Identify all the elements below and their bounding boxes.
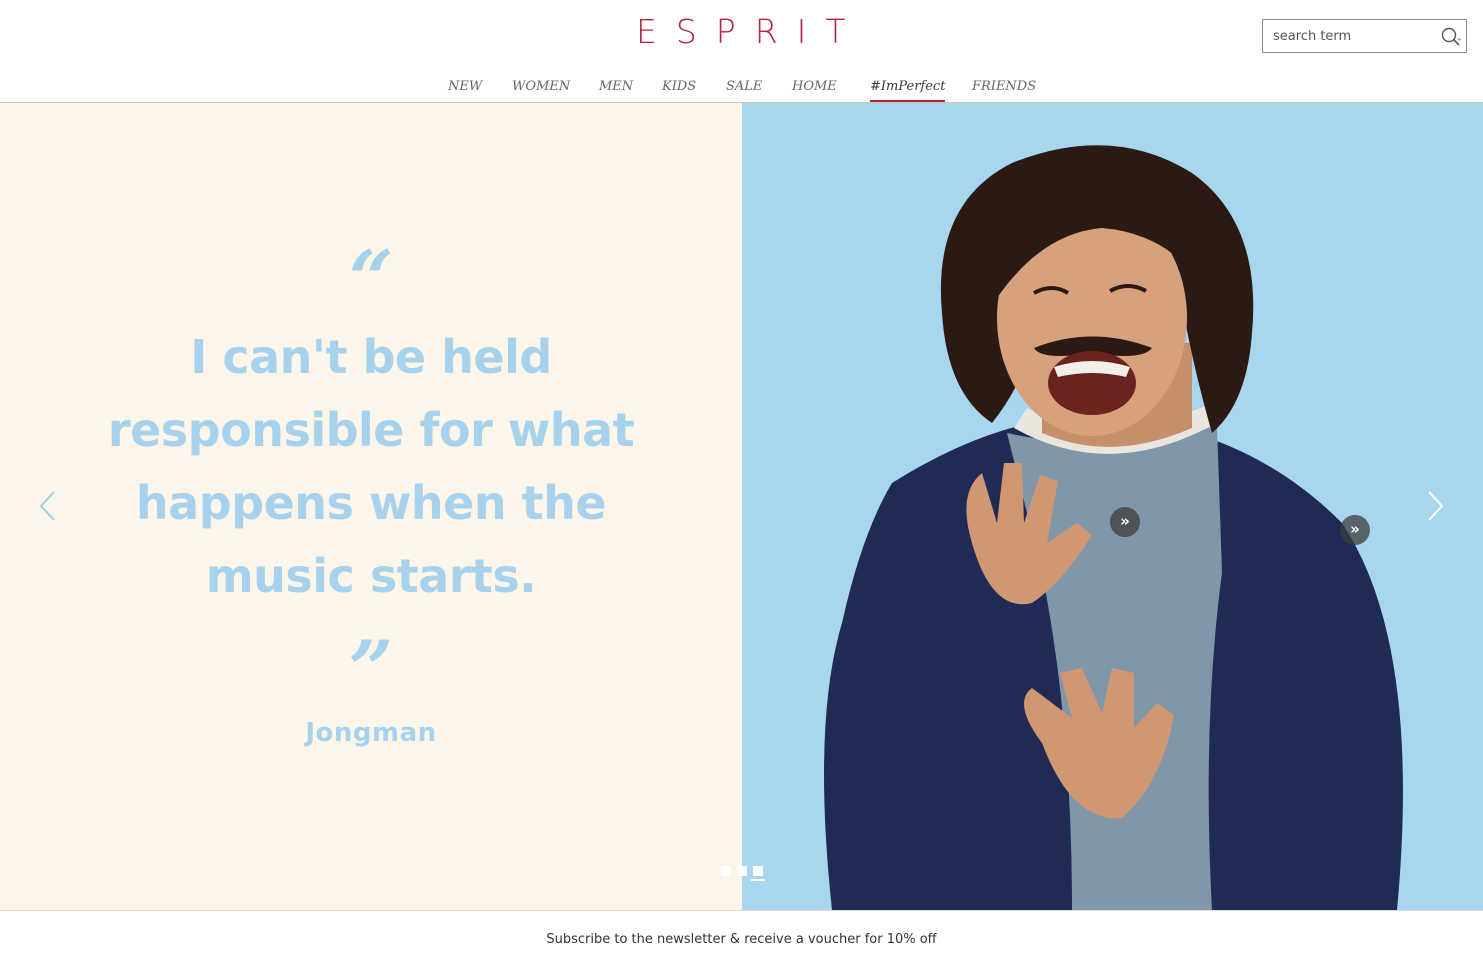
search-input[interactable] (1263, 20, 1433, 52)
hero-slider: “ I can't be held responsible for what h… (0, 103, 1483, 910)
nav-item-men[interactable]: MEN (599, 76, 633, 102)
site-header: ESPRIT NEW WOMEN MEN KIDS SALE HOME #ImP… (0, 0, 1483, 103)
main-nav: NEW WOMEN MEN KIDS SALE HOME #ImPerfect … (0, 76, 1483, 102)
nav-item-sale[interactable]: SALE (726, 76, 762, 102)
nav-item-kids[interactable]: KIDS (662, 76, 696, 102)
next-slide-arrow-icon[interactable] (1423, 489, 1447, 523)
slide-indicators (719, 866, 765, 881)
hero-photo (742, 103, 1483, 910)
open-quote-mark: “ (348, 234, 394, 325)
newsletter-link[interactable]: Subscribe to the newsletter & receive a … (0, 910, 1483, 961)
nav-item-women[interactable]: WOMEN (512, 76, 570, 102)
close-quote-mark: ” (348, 624, 394, 715)
quote-panel: “ I can't be held responsible for what h… (0, 103, 742, 910)
slide-dot-1[interactable] (721, 866, 731, 876)
product-hotspot-1[interactable]: » (1110, 507, 1140, 537)
nav-item-imperfect[interactable]: #ImPerfect (870, 76, 946, 102)
quote-text: I can't be held responsible for what hap… (107, 330, 635, 603)
esprit-logo[interactable]: ESPRIT (636, 14, 846, 50)
nav-item-friends[interactable]: FRIENDS (972, 76, 1036, 102)
quote-author: Jongman (305, 718, 437, 748)
slide-dot-2[interactable] (737, 866, 747, 876)
nav-item-new[interactable]: NEW (448, 76, 482, 102)
person-illustration (824, 145, 1403, 910)
slide-dot-3[interactable] (751, 866, 765, 881)
search-icon[interactable] (1440, 26, 1462, 48)
product-hotspot-2[interactable]: » (1340, 515, 1370, 545)
nav-item-home[interactable]: HOME (792, 76, 837, 102)
search-box (1262, 19, 1467, 53)
prev-slide-arrow-icon[interactable] (36, 489, 60, 523)
